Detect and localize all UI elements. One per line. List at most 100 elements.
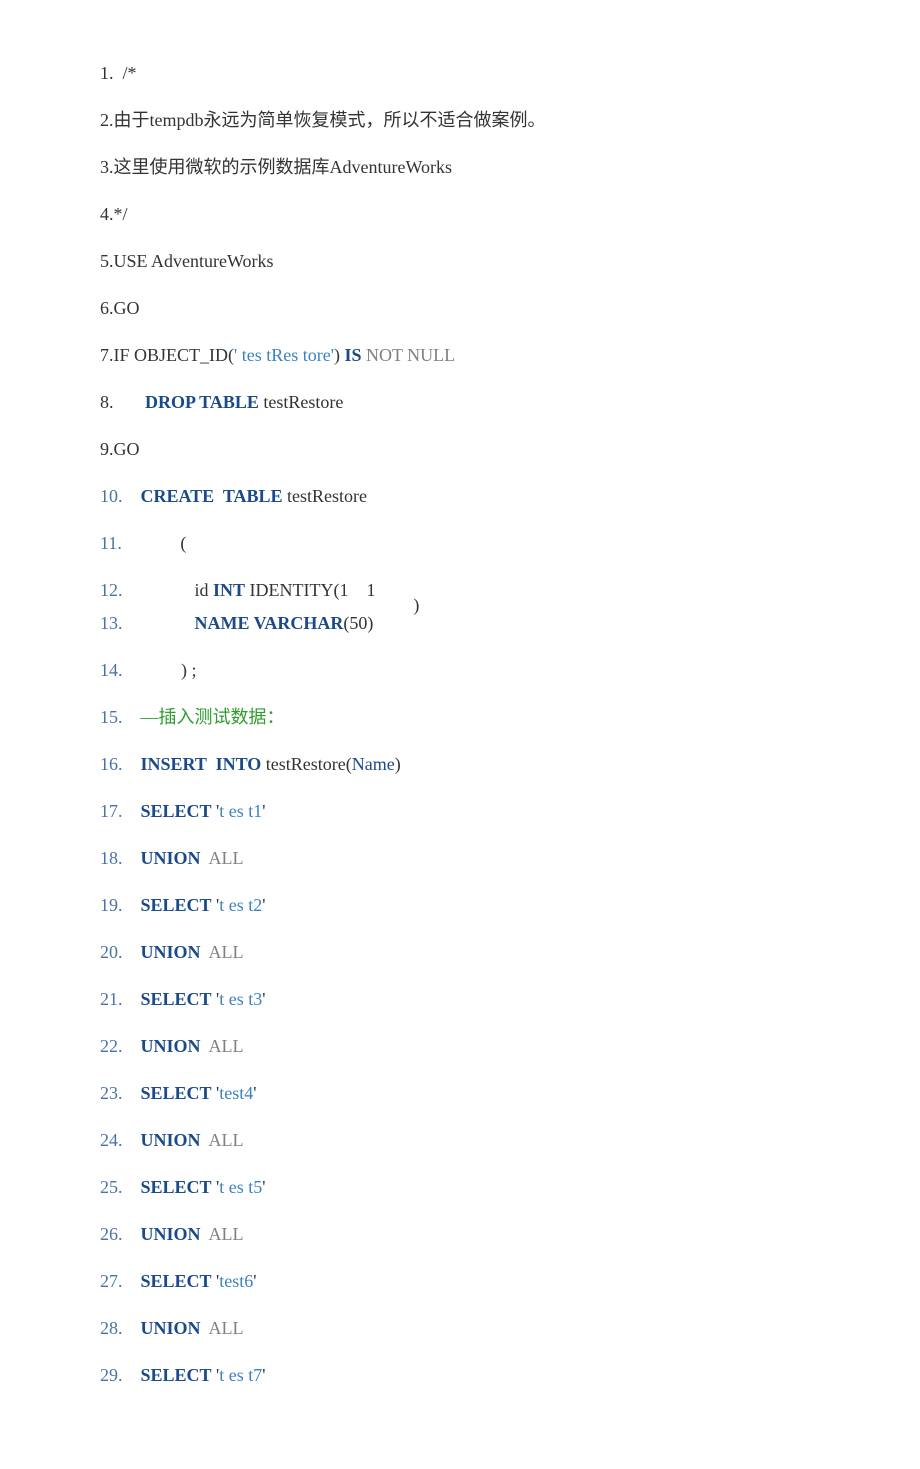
code-text: 由于tempdb永远为简单恢复模式，所以不适合做案例。 <box>114 110 546 130</box>
keyword-all: ALL <box>201 1318 244 1338</box>
code-text: GO <box>114 298 140 318</box>
column-name: Name <box>352 754 395 774</box>
string-literal: t es t1 <box>219 801 262 821</box>
quote: ' <box>262 895 265 915</box>
keyword-union: UNION <box>141 1318 201 1338</box>
code-line-13: 13. NAME VARCHAR(50)) <box>100 610 820 637</box>
line-number: 26. <box>100 1224 123 1244</box>
keyword-all: ALL <box>201 848 244 868</box>
line-number: 4. <box>100 204 114 224</box>
code-line-14: 14. ) ; <box>100 657 820 684</box>
keyword-select: SELECT <box>141 1365 212 1385</box>
code-line-3: 3.这里使用微软的示例数据库AdventureWorks <box>100 154 820 181</box>
line-number: 15. <box>100 707 123 727</box>
code-line-27: 27. SELECT 'test6' <box>100 1268 820 1295</box>
code-line-11: 11. ( <box>100 530 820 557</box>
code-text: /* <box>114 63 137 83</box>
keyword-select: SELECT <box>141 1271 212 1291</box>
string-literal: ' tes tRes tore' <box>234 345 334 365</box>
line-number: 29. <box>100 1365 123 1385</box>
line-number: 3. <box>100 157 114 177</box>
code-text: (50) <box>343 613 373 633</box>
code-line-10: 10. CREATE TABLE testRestore <box>100 483 820 510</box>
code-line-7: 7.IF OBJECT_ID(' tes tRes tore') IS NOT … <box>100 342 820 369</box>
keyword-select: SELECT <box>141 801 212 821</box>
line-number: 6. <box>100 298 114 318</box>
line-number: 19. <box>100 895 123 915</box>
code-line-17: 17. SELECT 't es t1' <box>100 798 820 825</box>
quote: ' <box>253 1083 256 1103</box>
keyword-create-table: CREATE TABLE <box>141 486 283 506</box>
string-literal: test6 <box>219 1271 253 1291</box>
quote: ' <box>262 1365 265 1385</box>
code-text: ( <box>140 533 187 553</box>
line-number: 25. <box>100 1177 123 1197</box>
line-number: 27. <box>100 1271 123 1291</box>
code-text: id <box>141 580 214 600</box>
keyword-union: UNION <box>141 1224 201 1244</box>
line-number: 22. <box>100 1036 123 1056</box>
code-line-29: 29. SELECT 't es t7' <box>100 1362 820 1389</box>
comment-text: —插入测试数据： <box>141 707 285 727</box>
line-number: 11. <box>100 533 122 553</box>
quote: ' <box>262 1177 265 1197</box>
code-text-paren: ) <box>413 595 419 615</box>
keyword-select: SELECT <box>141 1177 212 1197</box>
code-line-26: 26. UNION ALL <box>100 1221 820 1248</box>
line-number: 18. <box>100 848 123 868</box>
code-line-9: 9.GO <box>100 436 820 463</box>
line-number: 1. <box>100 63 114 83</box>
string-literal: t es t2 <box>219 895 262 915</box>
keyword-all: ALL <box>201 1036 244 1056</box>
string-literal: test4 <box>219 1083 253 1103</box>
keyword-insert-into: INSERT INTO <box>141 754 262 774</box>
line-number: 12. <box>100 580 123 600</box>
keyword-all: ALL <box>201 1224 244 1244</box>
quote: ' <box>212 1365 220 1385</box>
line-number: 16. <box>100 754 123 774</box>
code-line-22: 22. UNION ALL <box>100 1033 820 1060</box>
keyword-select: SELECT <box>141 895 212 915</box>
code-line-4: 4.*/ <box>100 201 820 228</box>
code-line-2: 2.由于tempdb永远为简单恢复模式，所以不适合做案例。 <box>100 107 820 134</box>
code-line-19: 19. SELECT 't es t2' <box>100 892 820 919</box>
code-line-21: 21. SELECT 't es t3' <box>100 986 820 1013</box>
line-number: 5. <box>100 251 114 271</box>
code-text: ) <box>395 754 401 774</box>
code-line-23: 23. SELECT 'test4' <box>100 1080 820 1107</box>
code-text: */ <box>114 204 128 224</box>
line-number: 10. <box>100 486 123 506</box>
code-text: 这里使用微软的示例数据库AdventureWorks <box>114 157 453 177</box>
keyword-select: SELECT <box>141 989 212 1009</box>
code-line-8: 8. DROP TABLE testRestore <box>100 389 820 416</box>
line-number: 8. <box>100 392 114 412</box>
quote: ' <box>253 1271 256 1291</box>
code-text: ) ; <box>141 660 197 680</box>
keyword-select: SELECT <box>141 1083 212 1103</box>
string-literal: t es t3 <box>219 989 262 1009</box>
code-text: IF OBJECT_ID( <box>114 345 235 365</box>
code-line-28: 28. UNION ALL <box>100 1315 820 1342</box>
line-number: 14. <box>100 660 123 680</box>
keyword-union: UNION <box>141 848 201 868</box>
keyword-all: ALL <box>201 1130 244 1150</box>
string-literal: t es t7 <box>219 1365 262 1385</box>
code-line-18: 18. UNION ALL <box>100 845 820 872</box>
code-text: IDENTITY(1 1 <box>245 580 375 600</box>
code-line-15: 15. —插入测试数据： <box>100 704 820 731</box>
code-text: ) <box>334 345 345 365</box>
keyword-all: ALL <box>201 942 244 962</box>
quote: ' <box>262 989 265 1009</box>
line-number: 13. <box>100 613 123 633</box>
line-number: 21. <box>100 989 123 1009</box>
code-line-5: 5.USE AdventureWorks <box>100 248 820 275</box>
keyword-name: NAME <box>195 613 250 633</box>
code-line-6: 6.GO <box>100 295 820 322</box>
line-number: 28. <box>100 1318 123 1338</box>
line-number: 23. <box>100 1083 123 1103</box>
keyword-not-null: NOT NULL <box>361 345 455 365</box>
code-line-1: 1. /* <box>100 60 820 87</box>
code-line-16: 16. INSERT INTO testRestore(Name) <box>100 751 820 778</box>
code-text: USE AdventureWorks <box>114 251 274 271</box>
line-number: 7. <box>100 345 114 365</box>
